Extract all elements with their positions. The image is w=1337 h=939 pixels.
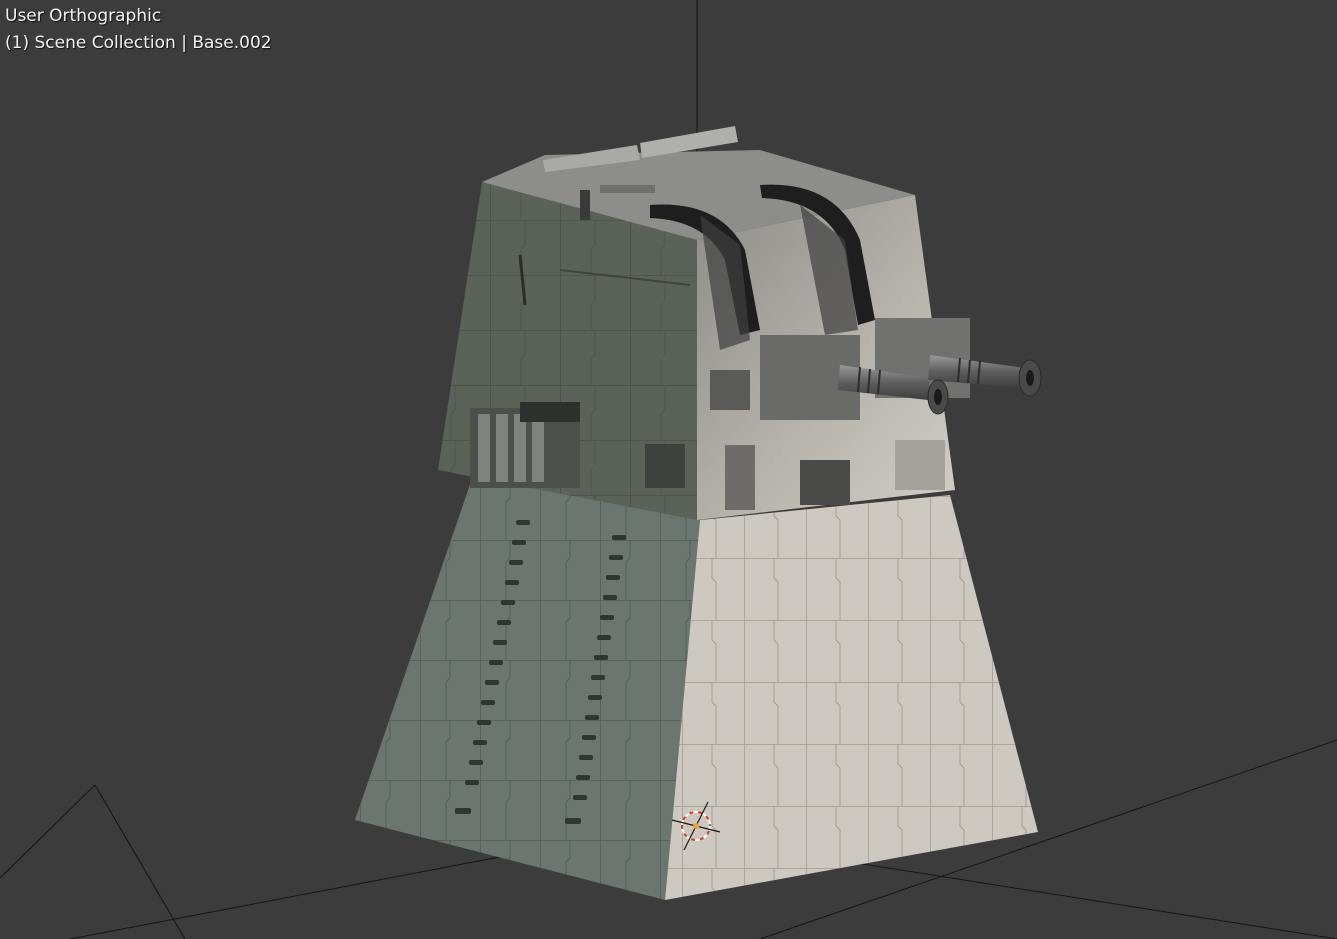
turret-pedestal[interactable] (355, 470, 1038, 900)
collection-info-label: (1) Scene Collection | Base.002 (5, 33, 272, 53)
view-name-label: User Orthographic (5, 6, 162, 26)
scene-render[interactable] (0, 0, 1337, 939)
3d-viewport[interactable]: User Orthographic (1) Scene Collection |… (0, 0, 1337, 939)
